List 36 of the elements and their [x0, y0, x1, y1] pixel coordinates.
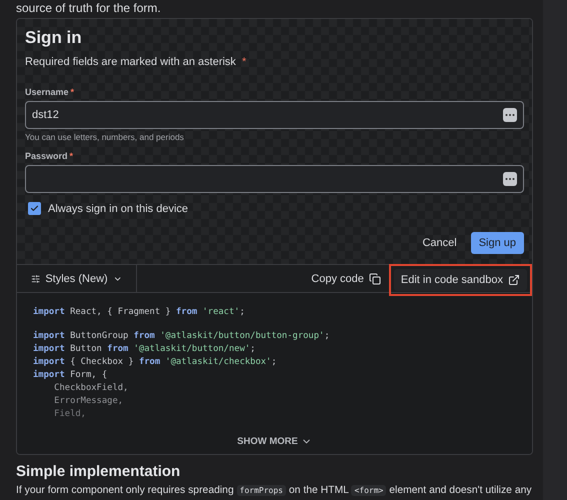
- sandbox-button[interactable]: Edit in code sandbox: [394, 269, 527, 291]
- sliders-icon: [31, 272, 40, 284]
- asterisk: *: [70, 151, 74, 161]
- field-label: Username: [25, 87, 69, 97]
- code-line: import { Checkbox } from '@atlaskit/checkbox';: [33, 357, 278, 369]
- copy-icon: [368, 272, 381, 284]
- check-icon: [30, 204, 39, 213]
- code-line: CheckboxField,: [53, 383, 130, 395]
- code-line: import React, { Fragment } from 'react';: [33, 307, 246, 319]
- external-link-icon: [508, 274, 520, 286]
- asterisk: *: [70, 87, 74, 97]
- code-line: import Form, {: [33, 370, 108, 382]
- primary-button[interactable]: Sign up: [470, 232, 524, 254]
- more-icon[interactable]: [503, 172, 517, 186]
- paragraph: If your form component only requires spreading formProps on the HTML <form> element and doesn't utilize any: [16, 484, 532, 498]
- text-input[interactable]: dst12: [32, 109, 503, 121]
- section-heading: Simple implementation: [16, 463, 182, 481]
- checkbox[interactable]: [28, 202, 41, 215]
- input-field[interactable]: [25, 165, 524, 193]
- form-title: Sign in: [25, 27, 83, 49]
- checkbox-label: Always sign in on this device: [48, 202, 188, 214]
- copy-code-button[interactable]: Copy code: [303, 265, 389, 292]
- field-label: Password: [25, 151, 68, 161]
- asterisk: *: [242, 56, 246, 68]
- styles-dropdown[interactable]: Styles (New): [17, 265, 137, 292]
- more-icon[interactable]: [503, 108, 517, 122]
- code-line: ErrorMessage,: [53, 396, 124, 408]
- show-more-button[interactable]: SHOW MORE: [231, 435, 318, 448]
- intro-text: source of truth for the form.: [16, 0, 162, 17]
- input-field[interactable]: dst12: [25, 101, 524, 129]
- code-line: Field,: [53, 409, 87, 421]
- code-line: import Button from '@atlaskit/button/new';: [33, 344, 256, 356]
- helper-text: You can use letters, numbers, and periods: [25, 132, 185, 142]
- code-line: import ButtonGroup from '@atlaskit/button/button-group';: [33, 331, 331, 343]
- cancel-button[interactable]: Cancel: [414, 232, 465, 254]
- required-note: Required fields are marked with an asterisk: [25, 56, 236, 68]
